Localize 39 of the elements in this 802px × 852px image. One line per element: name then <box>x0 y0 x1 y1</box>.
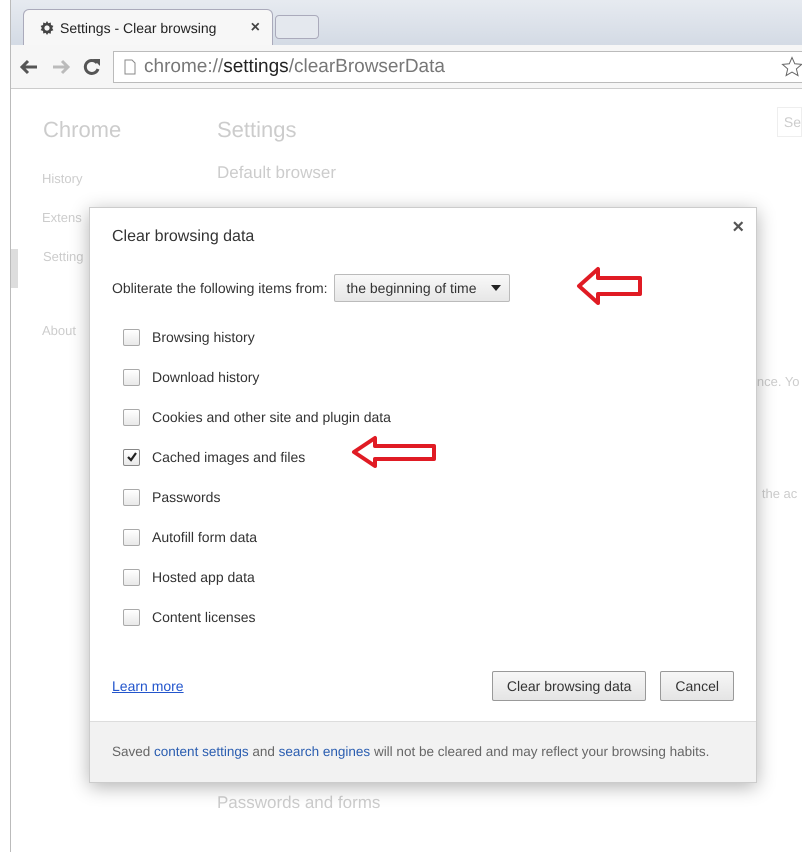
cancel-button[interactable]: Cancel <box>660 671 734 701</box>
checkbox[interactable] <box>123 368 140 386</box>
checkbox-label: Cached images and files <box>152 449 306 465</box>
learn-more-link[interactable]: Learn more <box>112 678 184 694</box>
settings-link[interactable]: search engines <box>278 744 370 759</box>
footer-note: Saved content settings and search engines will not be cleared and may reflect your browsing habits. <box>112 743 710 761</box>
checkbox-label: Content licenses <box>152 609 256 625</box>
star-icon[interactable] <box>781 56 802 78</box>
tab-title: Settings - Clear browsing <box>60 20 218 36</box>
checkbox[interactable] <box>123 328 140 346</box>
forward-icon[interactable] <box>51 58 71 74</box>
browser-tab[interactable]: Settings - Clear browsing × <box>23 9 273 45</box>
back-icon[interactable] <box>19 58 39 74</box>
checkbox[interactable] <box>123 488 140 506</box>
checkbox-label: Download history <box>152 369 260 385</box>
address-bar[interactable]: chrome://settings/clearBrowserData <box>113 50 802 82</box>
checkbox-label: Passwords <box>152 489 220 505</box>
checkbox[interactable] <box>123 568 140 586</box>
period-dropdown[interactable]: the beginning of time <box>334 274 510 302</box>
checkbox-label: Hosted app data <box>152 569 255 585</box>
close-button[interactable]: × <box>732 216 744 239</box>
dialog-title: Clear browsing data <box>112 228 256 246</box>
period-label: Obliterate the following items from: <box>112 280 328 296</box>
checkbox[interactable] <box>123 408 140 426</box>
reload-icon[interactable] <box>83 58 101 76</box>
checkbox-label: Cookies and other site and plugin data <box>152 409 391 425</box>
settings-icon <box>40 20 54 34</box>
checkbox[interactable] <box>123 448 140 466</box>
caret-icon <box>490 285 501 291</box>
settings-link[interactable]: content settings <box>154 744 249 759</box>
new-tab-button[interactable] <box>275 15 319 39</box>
checkbox[interactable] <box>123 528 140 546</box>
close-tab-button[interactable]: × <box>250 18 260 36</box>
arrow-drawing <box>576 266 644 306</box>
checkbox[interactable] <box>123 608 140 626</box>
page-icon <box>124 58 136 74</box>
checkbox-label: Browsing history <box>152 329 255 345</box>
checkbox-label: Autofill form data <box>152 529 258 545</box>
clear-data-button[interactable]: Clear browsing data <box>492 671 646 701</box>
